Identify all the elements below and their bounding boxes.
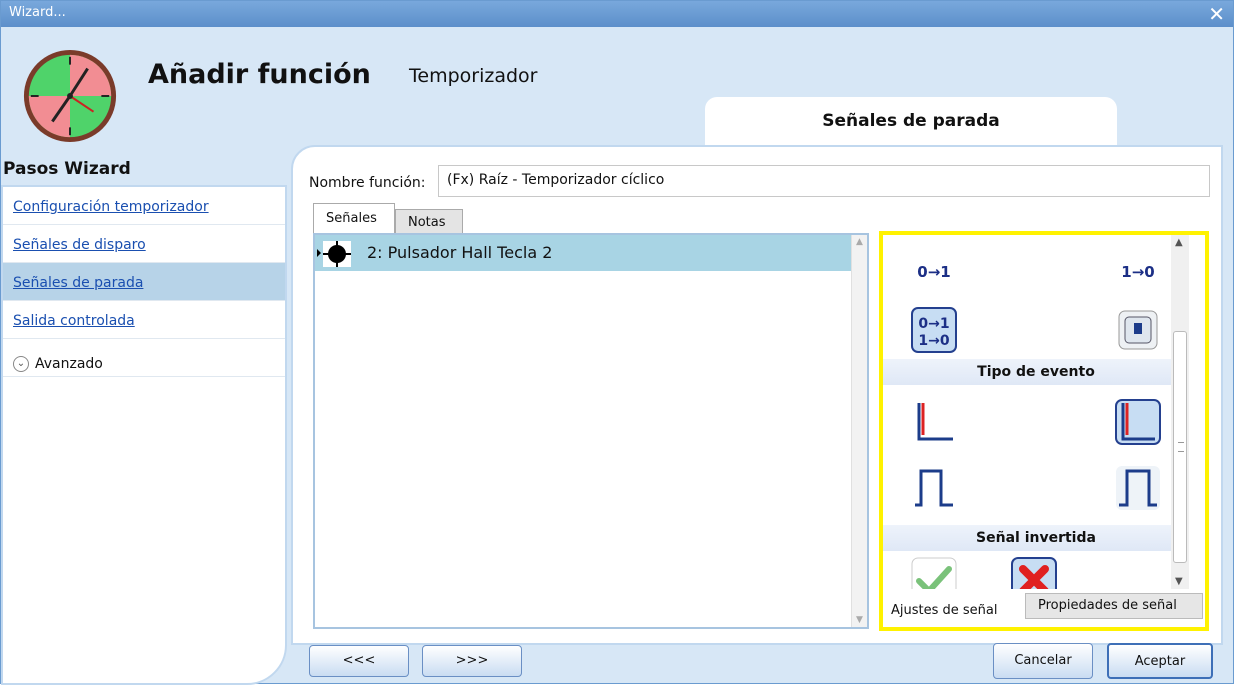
- row-selector-icon: [317, 249, 321, 257]
- tab-propiedades-senal[interactable]: Propiedades de señal: [1025, 593, 1203, 619]
- sidebar-heading: Pasos Wizard: [3, 159, 131, 179]
- edge-event-selected-icon[interactable]: [1115, 399, 1161, 445]
- step-link[interactable]: Señales de parada: [13, 275, 143, 291]
- settings-scrollbar[interactable]: ▲ ▼: [1171, 235, 1189, 589]
- rising-transition-icon[interactable]: 0→1: [911, 247, 957, 293]
- current-step-label: Señales de parada: [822, 111, 1000, 131]
- signal-settings-options: 0→1 1→0 0→1 1→0 Tipo de evento Señal inv…: [883, 235, 1189, 603]
- page-subtitle: Temporizador: [409, 65, 538, 87]
- signal-row[interactable]: 2: Pulsador Hall Tecla 2: [315, 235, 851, 271]
- next-button[interactable]: >>>: [422, 645, 522, 677]
- current-step-tab: Señales de parada: [705, 97, 1117, 147]
- pulse-event-selected-icon[interactable]: [1115, 465, 1161, 511]
- sidebar-steps: Configuración temporizador Señales de di…: [1, 185, 287, 685]
- wizard-steps-sidebar: Pasos Wizard Configuración temporizador …: [1, 157, 291, 685]
- title-bar: Wizard... ✕: [1, 1, 1233, 27]
- step-senales-disparo[interactable]: Señales de disparo: [3, 225, 285, 263]
- pushbutton-icon: [323, 241, 351, 267]
- svg-text:0→1: 0→1: [917, 263, 950, 281]
- event-type-title: Tipo de evento: [883, 359, 1189, 385]
- step-link[interactable]: Salida controlada: [13, 313, 135, 329]
- tab-senales[interactable]: Señales: [313, 203, 395, 233]
- button-press-icon[interactable]: [1115, 307, 1161, 353]
- wizard-footer: <<< >>> Cancelar Aceptar: [291, 641, 1234, 685]
- scroll-down-icon[interactable]: ▼: [856, 615, 863, 625]
- close-icon[interactable]: ✕: [1208, 2, 1225, 26]
- inverted-signal-title: Señal invertida: [883, 525, 1189, 551]
- wizard-window: Wizard... ✕ Añadir función Temporizador …: [0, 0, 1234, 685]
- advanced-expander[interactable]: ⌄ Avanzado: [3, 339, 285, 377]
- chevron-down-icon[interactable]: ⌄: [13, 355, 29, 372]
- page-title: Añadir función: [148, 59, 371, 90]
- svg-text:1→0: 1→0: [918, 333, 949, 349]
- step-link[interactable]: Señales de disparo: [13, 237, 146, 253]
- previous-button[interactable]: <<<: [309, 645, 409, 677]
- svg-text:0→1: 0→1: [918, 316, 949, 332]
- svg-text:1→0: 1→0: [1121, 263, 1154, 281]
- grip-icon: [1178, 442, 1184, 452]
- scroll-down-icon[interactable]: ▼: [1175, 576, 1183, 587]
- function-name-label: Nombre función:: [309, 175, 426, 191]
- step-content: Nombre función: (Fx) Raíz - Temporizador…: [291, 145, 1223, 645]
- falling-transition-icon[interactable]: 1→0: [1115, 247, 1161, 293]
- function-name-input[interactable]: (Fx) Raíz - Temporizador cíclico: [438, 165, 1210, 197]
- step-senales-parada[interactable]: Señales de parada: [3, 263, 285, 301]
- window-title: Wizard...: [9, 5, 66, 20]
- step-configuracion-temporizador[interactable]: Configuración temporizador: [3, 187, 285, 225]
- scroll-up-icon[interactable]: ▲: [856, 237, 863, 247]
- pulse-event-icon[interactable]: [911, 465, 957, 511]
- step-link[interactable]: Configuración temporizador: [13, 199, 209, 215]
- cancel-button[interactable]: Cancelar: [993, 643, 1093, 679]
- scroll-up-icon[interactable]: ▲: [1175, 237, 1183, 248]
- tab-notas[interactable]: Notas: [395, 209, 463, 233]
- step-salida-controlada[interactable]: Salida controlada: [3, 301, 285, 339]
- tab-ajustes-senal[interactable]: Ajustes de señal: [891, 603, 998, 618]
- timer-logo-icon: [23, 49, 117, 143]
- settings-tabs: Ajustes de señal Propiedades de señal: [883, 589, 1205, 627]
- scroll-thumb[interactable]: [1173, 331, 1187, 563]
- both-transitions-icon[interactable]: 0→1 1→0: [911, 307, 957, 353]
- signals-scrollbar[interactable]: ▲ ▼: [851, 235, 867, 627]
- signal-settings-panel: 0→1 1→0 0→1 1→0 Tipo de evento Señal inv…: [879, 231, 1209, 631]
- signals-list: 2: Pulsador Hall Tecla 2 ▲ ▼: [313, 233, 869, 629]
- advanced-label: Avanzado: [35, 355, 103, 372]
- signal-label: 2: Pulsador Hall Tecla 2: [367, 243, 553, 262]
- edge-event-icon[interactable]: [911, 399, 957, 445]
- accept-button[interactable]: Aceptar: [1107, 643, 1213, 679]
- wizard-header: Añadir función Temporizador Señales de p…: [1, 27, 1233, 157]
